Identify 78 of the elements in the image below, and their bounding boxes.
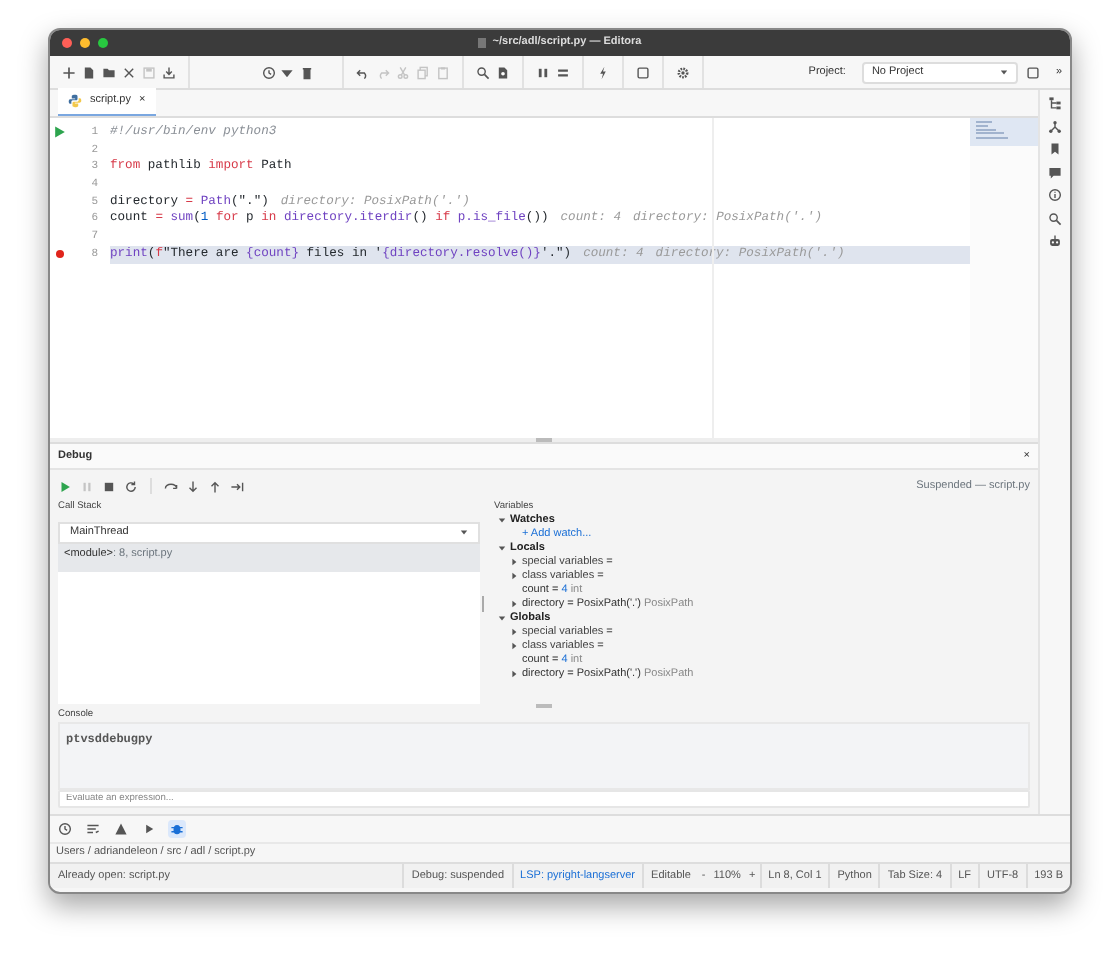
list-icon[interactable]	[86, 822, 100, 836]
plus-icon	[62, 65, 76, 79]
close-window-button[interactable]	[62, 38, 72, 48]
pause-icon	[80, 479, 94, 493]
close-file-button[interactable]	[122, 65, 136, 79]
download-icon	[162, 65, 176, 79]
comment-icon[interactable]	[1048, 165, 1062, 179]
minimize-window-button[interactable]	[80, 38, 90, 48]
caret-icon	[280, 65, 294, 79]
run-button[interactable]	[596, 65, 610, 79]
resize-handle[interactable]	[536, 704, 552, 707]
lightning-icon	[596, 65, 610, 79]
find-in-file-button[interactable]	[496, 65, 510, 79]
node-tree-icon[interactable]	[1048, 119, 1062, 133]
square-icon	[636, 65, 650, 79]
redo-icon	[376, 65, 390, 79]
settings-icon	[676, 65, 690, 79]
undo-button[interactable]	[356, 65, 370, 79]
undo-icon	[356, 65, 370, 79]
step-out-button[interactable]	[208, 479, 222, 493]
caret-icon[interactable]	[510, 558, 518, 567]
document-search-icon	[496, 65, 510, 79]
python-file-icon	[68, 94, 82, 108]
search-icon	[476, 65, 490, 79]
new-button[interactable]	[62, 65, 76, 79]
stop-button[interactable]	[102, 479, 116, 493]
continue-button[interactable]	[58, 479, 72, 493]
restart-icon	[124, 479, 138, 493]
caret-icon[interactable]	[510, 572, 518, 581]
resize-handle[interactable]	[536, 438, 552, 442]
step-into-button[interactable]	[186, 479, 200, 493]
bug-icon[interactable]	[170, 822, 184, 836]
delete-button[interactable]	[300, 65, 314, 79]
step-into-icon	[186, 479, 200, 493]
document-icon	[478, 38, 487, 48]
split-rows-button[interactable]	[556, 65, 570, 79]
restart-button[interactable]	[124, 479, 138, 493]
search-icon[interactable]	[1048, 211, 1062, 225]
close-icon	[122, 65, 136, 79]
step-over-icon	[164, 479, 178, 493]
info-icon[interactable]	[1048, 188, 1062, 202]
warning-icon[interactable]	[114, 822, 128, 836]
split-columns-button[interactable]	[536, 65, 550, 79]
caret-icon[interactable]	[510, 628, 518, 637]
play-icon[interactable]	[142, 822, 156, 836]
run-to-cursor-icon	[230, 479, 244, 493]
caret-icon	[999, 68, 1008, 76]
breakpoint-dot[interactable]	[56, 250, 64, 259]
caret-icon[interactable]	[510, 642, 518, 651]
step-over-button[interactable]	[164, 479, 178, 493]
caret-icon[interactable]	[510, 670, 518, 679]
clock-icon[interactable]	[58, 822, 72, 836]
save-icon	[142, 65, 156, 79]
caret-icon[interactable]	[510, 600, 518, 609]
resize-handle[interactable]	[481, 595, 485, 611]
step-out-icon	[208, 479, 222, 493]
zoom-window-button[interactable]	[98, 38, 108, 48]
new-file-button[interactable]	[82, 65, 96, 79]
export-button[interactable]	[162, 65, 176, 79]
clipboard-icon	[436, 65, 450, 79]
history-icon	[262, 65, 276, 79]
robot-icon[interactable]	[1048, 234, 1062, 248]
toggle-panel-button[interactable]	[636, 65, 650, 79]
rows-icon	[556, 65, 570, 79]
search-button[interactable]	[476, 65, 490, 79]
settings-button[interactable]	[676, 65, 690, 79]
run-to-cursor-button[interactable]	[230, 479, 244, 493]
bookmark-icon[interactable]	[1048, 142, 1062, 156]
scissors-icon	[396, 65, 410, 79]
history-button[interactable]	[262, 65, 294, 79]
structure-icon[interactable]	[1048, 96, 1062, 110]
play-icon	[58, 479, 72, 493]
copy-icon	[416, 65, 430, 79]
stop-icon	[102, 479, 116, 493]
run-icon[interactable]	[54, 126, 66, 139]
columns-icon	[536, 65, 550, 79]
file-icon	[82, 65, 96, 79]
trash-icon	[300, 65, 314, 79]
